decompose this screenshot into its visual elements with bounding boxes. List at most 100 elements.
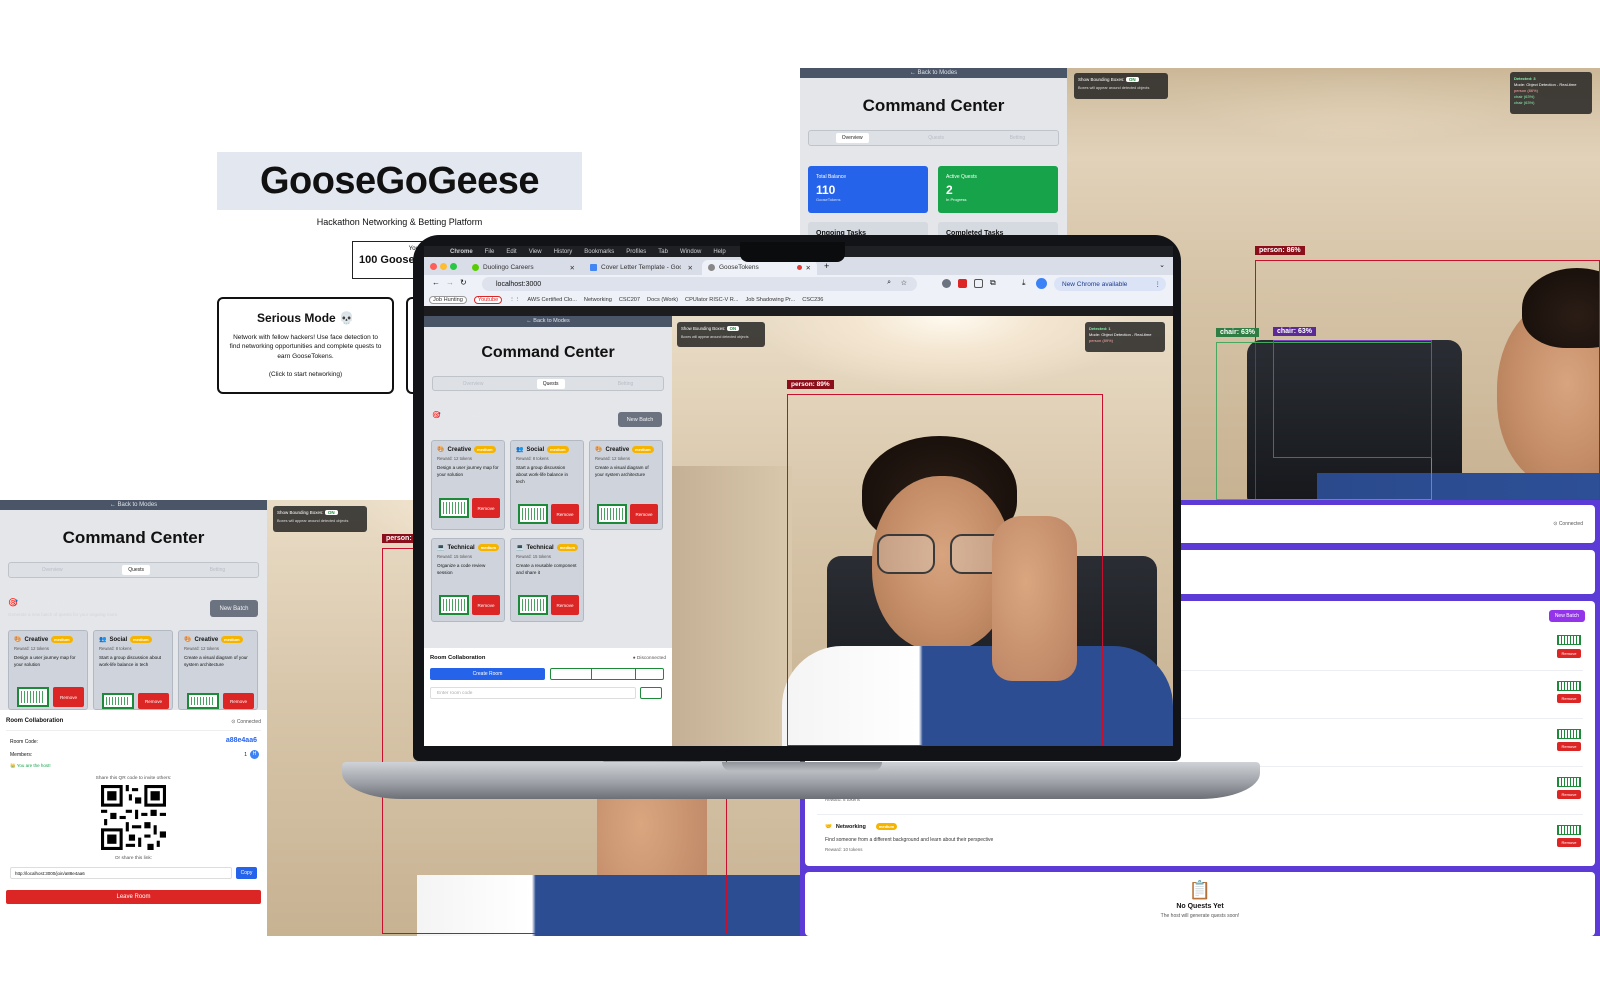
serious-mode-card[interactable]: Serious Mode 💀 Network with fellow hacke… — [217, 297, 394, 394]
menu-item[interactable]: Tab — [658, 249, 668, 255]
apps-grid-icon[interactable]: ⋮⋮ — [509, 297, 520, 303]
extension-icon[interactable] — [974, 279, 983, 288]
address-bar[interactable]: localhost:3000 ⌕ ☆ — [482, 277, 917, 291]
bookmark-item[interactable]: CSC236 — [802, 297, 823, 303]
puzzle-icon[interactable]: ⧉ — [990, 278, 996, 288]
bookmark-item[interactable]: AWS Certified Clo... — [527, 297, 577, 303]
menu-item[interactable]: Edit — [506, 249, 516, 255]
new-batch-button[interactable]: New Batch — [618, 412, 662, 427]
invite-link-field[interactable]: http://localhost:3000/join/a88e4aa6 — [10, 867, 232, 879]
create-room-button[interactable]: Create Room — [430, 668, 545, 680]
bbox-toggle-button[interactable]: ON — [726, 326, 740, 331]
back-arrow-icon[interactable]: ← — [432, 278, 440, 287]
menu-item[interactable]: Chrome — [450, 249, 473, 255]
bookmark-item[interactable]: Job Shadowing Pr... — [746, 297, 796, 303]
join-room-qr-button[interactable] — [550, 668, 664, 680]
quest-qr-code[interactable] — [1557, 729, 1581, 739]
menu-item[interactable]: Help — [713, 249, 725, 255]
extension-icon[interactable] — [958, 279, 967, 288]
new-chrome-available-button[interactable]: New Chrome available ⋮ — [1054, 277, 1166, 291]
remove-quest-button[interactable]: Remove — [223, 693, 254, 709]
tab-betting[interactable]: Betting — [1004, 133, 1032, 143]
remove-quest-button[interactable]: Remove — [630, 504, 658, 524]
window-zoom-icon[interactable] — [450, 263, 457, 270]
quest-qr-code[interactable] — [518, 504, 548, 524]
room-code-input[interactable]: Enter room code — [430, 687, 636, 699]
close-tab-icon[interactable]: ✕ — [570, 264, 575, 272]
window-close-icon[interactable] — [430, 263, 437, 270]
remove-quest-button[interactable]: Remove — [1557, 838, 1581, 847]
copy-link-button[interactable]: Copy — [236, 867, 257, 879]
download-icon[interactable]: ⤓ — [1022, 278, 1026, 288]
bookmark-folder[interactable]: Youtube — [473, 295, 503, 304]
quest-qr-code[interactable] — [1557, 777, 1581, 787]
bbox-toggle-button[interactable]: ON — [324, 510, 338, 515]
browser-tab[interactable]: Cover Letter Template - Goog ✕ — [584, 260, 699, 275]
tab-search-icon[interactable]: ⌄ — [1159, 261, 1165, 269]
menu-item[interactable]: Bookmarks — [584, 249, 614, 255]
quest-qr-code[interactable] — [439, 595, 469, 615]
tab-quests[interactable]: Quests — [922, 133, 950, 143]
menu-item[interactable]: History — [554, 249, 573, 255]
bookmark-item[interactable]: Docs (Work) — [647, 297, 678, 303]
tab-overview[interactable]: Overview — [457, 379, 490, 389]
quest-qr-code[interactable] — [1557, 681, 1581, 691]
quest-description: Create a visual diagram of your system a… — [595, 465, 649, 477]
bookmark-item[interactable]: CSC207 — [619, 297, 640, 303]
quest-qr-code[interactable] — [187, 693, 219, 709]
room-qr-code[interactable] — [101, 785, 166, 850]
reload-icon[interactable]: ↻ — [460, 278, 467, 287]
bookmark-item[interactable]: Networking — [584, 297, 612, 303]
zoom-icon[interactable]: ⌕ — [887, 279, 891, 287]
menu-item[interactable]: Window — [680, 249, 701, 255]
remove-quest-button[interactable]: Remove — [1557, 790, 1581, 799]
quest-qr-code[interactable] — [597, 504, 627, 524]
new-tab-icon[interactable]: + — [824, 261, 829, 271]
quest-qr-code[interactable] — [1557, 825, 1581, 835]
bookmark-star-icon[interactable]: ☆ — [901, 279, 907, 287]
tab-quests[interactable]: Quests — [122, 565, 151, 575]
tab-betting[interactable]: Betting — [612, 379, 640, 389]
back-to-modes-button[interactable]: ← Back to Modes — [424, 316, 672, 327]
profile-avatar[interactable] — [1036, 278, 1047, 289]
remove-quest-button[interactable]: Remove — [53, 687, 84, 707]
quest-qr-code[interactable] — [439, 498, 469, 518]
window-minimize-icon[interactable] — [440, 263, 447, 270]
bbox-toggle-button[interactable]: ON — [1125, 77, 1139, 82]
quest-qr-code[interactable] — [1557, 635, 1581, 645]
browser-tab-active[interactable]: GooseTokens ✕ — [702, 260, 817, 275]
new-batch-button[interactable]: New Batch — [1548, 610, 1585, 622]
remove-quest-button[interactable]: Remove — [551, 504, 579, 524]
menu-item[interactable]: Profiles — [626, 249, 646, 255]
forward-arrow-icon[interactable]: → — [446, 278, 454, 287]
quest-qr-code[interactable] — [102, 693, 134, 709]
remove-quest-button[interactable]: Remove — [472, 498, 500, 518]
bookmark-folder[interactable]: Job Hunting — [429, 295, 467, 304]
menu-item[interactable]: File — [485, 249, 495, 255]
kebab-menu-icon[interactable]: ⋮ — [1155, 280, 1167, 288]
tab-overview[interactable]: Overview — [835, 133, 869, 143]
new-batch-button[interactable]: New Batch — [210, 600, 258, 617]
close-tab-icon[interactable]: ✕ — [806, 264, 811, 272]
menu-item[interactable]: View — [529, 249, 542, 255]
quest-qr-code[interactable] — [17, 687, 49, 707]
browser-tab[interactable]: Duolingo Careers ✕ — [466, 260, 581, 275]
remove-quest-button[interactable]: Remove — [138, 693, 169, 709]
remove-quest-button[interactable]: Remove — [1557, 694, 1581, 703]
quest-qr-code[interactable] — [518, 595, 548, 615]
bookmark-item[interactable]: CPUlator RISC-V R... — [685, 297, 738, 303]
tab-quests[interactable]: Quests — [536, 378, 565, 389]
extension-icon[interactable] — [942, 279, 951, 288]
remove-quest-button[interactable]: Remove — [551, 595, 579, 615]
leave-room-button[interactable]: Leave Room — [6, 890, 261, 904]
scan-qr-button[interactable] — [640, 687, 662, 699]
tab-betting[interactable]: Betting — [204, 565, 232, 575]
close-tab-icon[interactable]: ✕ — [688, 264, 693, 272]
remove-quest-button[interactable]: Remove — [1557, 742, 1581, 751]
remove-quest-button[interactable]: Remove — [472, 595, 500, 615]
remove-quest-button[interactable]: Remove — [1557, 649, 1581, 658]
tab-overview[interactable]: Overview — [36, 565, 69, 575]
back-to-modes-button[interactable]: ← Back to Modes — [800, 68, 1067, 78]
back-to-modes-button[interactable]: ← Back to Modes — [0, 500, 267, 510]
members-label: Members: — [10, 752, 33, 758]
